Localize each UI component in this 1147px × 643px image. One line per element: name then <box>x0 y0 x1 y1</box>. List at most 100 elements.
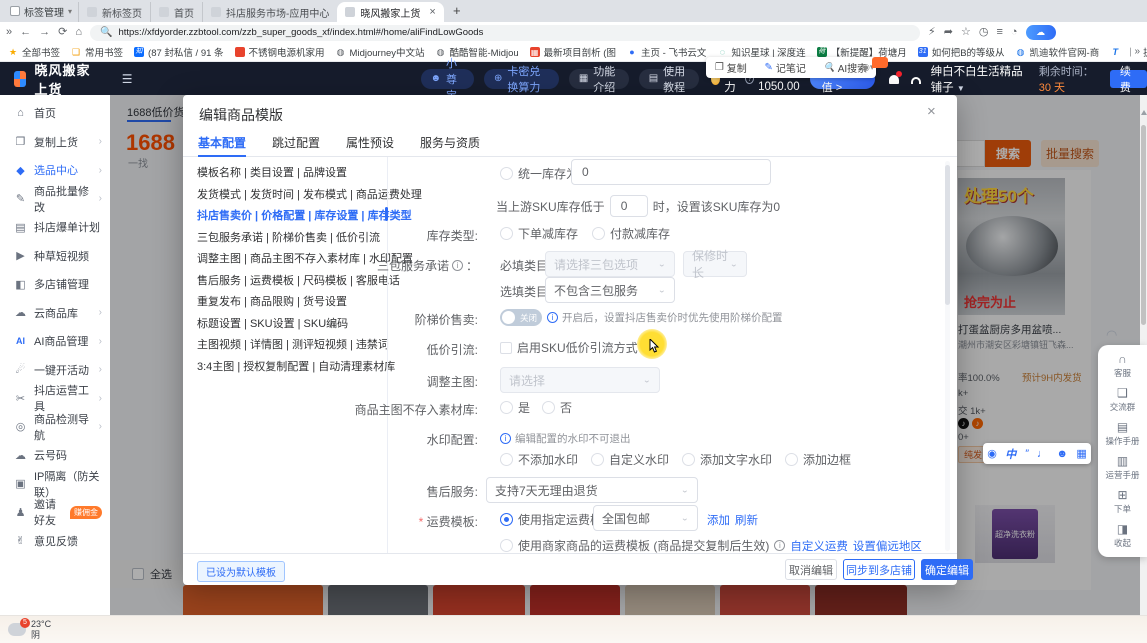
bookmark-item[interactable]: 常用书签 <box>71 45 123 59</box>
lightning-icon[interactable]: ⚡ <box>928 27 936 38</box>
modal-menu-item[interactable]: 抖店售卖价 | 价格配置 | 库存设置 | 库存类型 <box>197 206 373 228</box>
modal-tab[interactable]: 属性预设 <box>346 131 394 156</box>
bookmark-item[interactable]: 如何把B的等级从 <box>918 45 1005 59</box>
page-scrollbar-thumb[interactable] <box>1141 125 1146 325</box>
clipboard-tool-button[interactable]: AI搜索 <box>824 60 868 75</box>
clipboard-tool-button[interactable]: 复制 <box>715 60 747 75</box>
header-pill-button[interactable]: ☻ 小尊宝 <box>421 69 475 89</box>
freight-radio2[interactable] <box>500 539 513 552</box>
sidebar-item[interactable]: 邀请好友 赚佣金 <box>0 498 110 527</box>
plugin-tool-icon[interactable] <box>1076 447 1086 460</box>
reload-icon[interactable]: ⟳ <box>58 27 67 38</box>
history-icon[interactable]: ◷ <box>979 27 989 38</box>
cloud-sync-button[interactable]: ☁ <box>1026 25 1056 40</box>
freight-template-select[interactable]: 全国包邮⌄ <box>593 505 698 531</box>
watermark-radio[interactable]: 自定义水印 <box>591 451 669 468</box>
bookmark-item[interactable]: 不锈钢电源机家用 <box>235 45 325 59</box>
sidebar-item[interactable]: 云商品库 › <box>0 299 110 328</box>
sidebar-item[interactable]: 复制上货 › <box>0 128 110 157</box>
profile-icon[interactable]: ◔ <box>1011 27 1018 38</box>
modal-tab[interactable]: 基本配置 <box>198 131 246 156</box>
notification-bell-icon[interactable] <box>889 73 899 85</box>
tier-price-toggle[interactable]: 关闭 <box>500 309 542 326</box>
url-bar[interactable]: 🔍 https://xfdyorder.zzbtool.com/zzb_supe… <box>90 25 920 41</box>
modal-scrollbar-thumb[interactable] <box>945 165 950 305</box>
helper-panel-item[interactable]: 下单 <box>1098 485 1147 519</box>
modal-tab[interactable]: 跳过配置 <box>272 131 320 156</box>
after-sale-select[interactable]: 支持7天无理由退货⌄ <box>486 477 698 503</box>
bookmarks-overflow-icon[interactable]: » <box>1131 46 1143 57</box>
main-img-lib-radio[interactable]: 是 <box>500 399 530 416</box>
shop-selector[interactable]: 绅白不白生活精品铺子 ▼ <box>931 63 1029 95</box>
warranty-select[interactable]: 保修时长⌄ <box>683 251 747 277</box>
remote-area-link[interactable]: 设置偏远地区 <box>853 538 922 554</box>
modal-tab[interactable]: 服务与资质 <box>420 131 480 156</box>
plugin-tool-icon[interactable] <box>1037 448 1048 460</box>
sync-stores-button[interactable]: 同步到多店铺 <box>843 559 915 580</box>
sidebar-item[interactable]: 抖店爆单计划 <box>0 213 110 242</box>
close-icon[interactable]: × <box>927 103 936 120</box>
sidebar-item[interactable]: 商品检测导航 › <box>0 413 110 442</box>
bookmark-item[interactable]: Midjourney中文站 <box>336 45 425 59</box>
tab-manager-button[interactable]: 标签管理 ▾ <box>4 2 78 20</box>
bookmark-item[interactable]: 凯迪软件官网-商 <box>1016 45 1100 59</box>
sidebar-item[interactable]: 首页 <box>0 99 110 128</box>
confirm-edit-button[interactable]: 确定编辑 <box>921 559 973 580</box>
helper-panel-item[interactable]: 操作手册 <box>1098 417 1147 451</box>
browser-tab[interactable]: 晓风搬家上货 × <box>337 2 443 22</box>
refresh-link[interactable]: 刷新 <box>735 512 758 528</box>
new-tab-button[interactable]: + <box>448 2 466 20</box>
extensions-overflow-icon[interactable]: » <box>6 27 12 38</box>
customer-service-icon[interactable] <box>911 77 920 84</box>
bookmark-star-icon[interactable]: ☆ <box>961 27 971 38</box>
modal-menu-item[interactable]: 发货模式 | 发货时间 | 发布模式 | 商品运费处理 <box>197 185 373 207</box>
share-icon[interactable]: ➦ <box>944 27 953 38</box>
default-template-button[interactable]: 已设为默认模板 <box>197 561 285 582</box>
menu-icon[interactable]: ≡ <box>996 27 1002 38</box>
back-icon[interactable]: ← <box>20 27 31 38</box>
forward-icon[interactable]: → <box>39 27 50 38</box>
unified-stock-input[interactable]: 0 <box>571 159 771 185</box>
renew-button[interactable]: 续费 <box>1110 70 1147 88</box>
header-pill-button[interactable]: ⊕ 卡密兑换算力 <box>484 69 559 89</box>
add-link[interactable]: 添加 <box>707 512 730 528</box>
collapse-sidebar-icon[interactable]: ☰ <box>122 72 133 86</box>
helper-panel-item[interactable]: 交流群 <box>1098 383 1147 417</box>
adjust-main-select[interactable]: 请选择⌄ <box>500 367 660 393</box>
bookmark-item[interactable]: 主页 - 飞书云文 <box>627 45 706 59</box>
scrollbar-up-arrow[interactable] <box>1141 110 1147 115</box>
sidebar-item[interactable]: 意见反馈 <box>0 527 110 556</box>
tab-close-icon[interactable]: × <box>429 6 435 18</box>
header-link-button[interactable]: ▦ 功能介绍 <box>569 69 629 89</box>
watermark-radio[interactable]: 添加文字水印 <box>682 451 772 468</box>
browser-tab[interactable]: 首页 <box>150 2 202 22</box>
bookmark-item[interactable]: 最新项目剖析 (图 <box>530 45 616 59</box>
plugin-tool-icon[interactable] <box>1025 448 1029 460</box>
sidebar-item[interactable]: 一键开活动 › <box>0 356 110 385</box>
sidebar-item[interactable]: AI商品管理 › <box>0 327 110 356</box>
helper-panel-item[interactable]: 收起 <box>1098 519 1147 553</box>
plugin-tool-icon[interactable] <box>1005 446 1016 462</box>
sidebar-item[interactable]: IP隔离（防关联） <box>0 470 110 499</box>
bookmark-item[interactable]: 全部书签 <box>8 45 60 59</box>
sidebar-item[interactable]: 抖店运营工具 › <box>0 384 110 413</box>
modal-menu-item[interactable]: 模板名称 | 类目设置 | 品牌设置 <box>197 163 373 185</box>
sidebar-item[interactable]: 种草短视频 <box>0 242 110 271</box>
browser-tab[interactable]: 新标签页 <box>78 2 150 22</box>
low-price-checkbox-row[interactable]: 启用SKU低价引流方式 <box>500 339 638 356</box>
helper-panel-item[interactable]: 运营手册 <box>1098 451 1147 485</box>
optional-select[interactable]: 不包含三包服务⌄ <box>545 277 675 303</box>
custom-freight-link[interactable]: 自定义运费 <box>790 538 848 554</box>
freight-radio1[interactable] <box>500 513 513 526</box>
bookmark-item[interactable]: (87 封私信 / 91 条 <box>134 45 224 59</box>
cancel-edit-button[interactable]: 取消编辑 <box>785 559 837 580</box>
sidebar-item[interactable]: 多店铺管理 <box>0 270 110 299</box>
home-icon[interactable]: ⌂ <box>75 27 82 38</box>
plugin-tool-icon[interactable] <box>987 447 997 460</box>
watermark-radio[interactable]: 不添加水印 <box>500 451 578 468</box>
low-stock-input[interactable]: 0 <box>610 195 648 217</box>
three-pack-select[interactable]: 请选择三包选项⌄ <box>545 251 675 277</box>
sidebar-item[interactable]: 商品批量修改 › <box>0 185 110 214</box>
helper-panel-item[interactable]: 客服 <box>1098 349 1147 383</box>
sidebar-item[interactable]: 云号码 <box>0 441 110 470</box>
